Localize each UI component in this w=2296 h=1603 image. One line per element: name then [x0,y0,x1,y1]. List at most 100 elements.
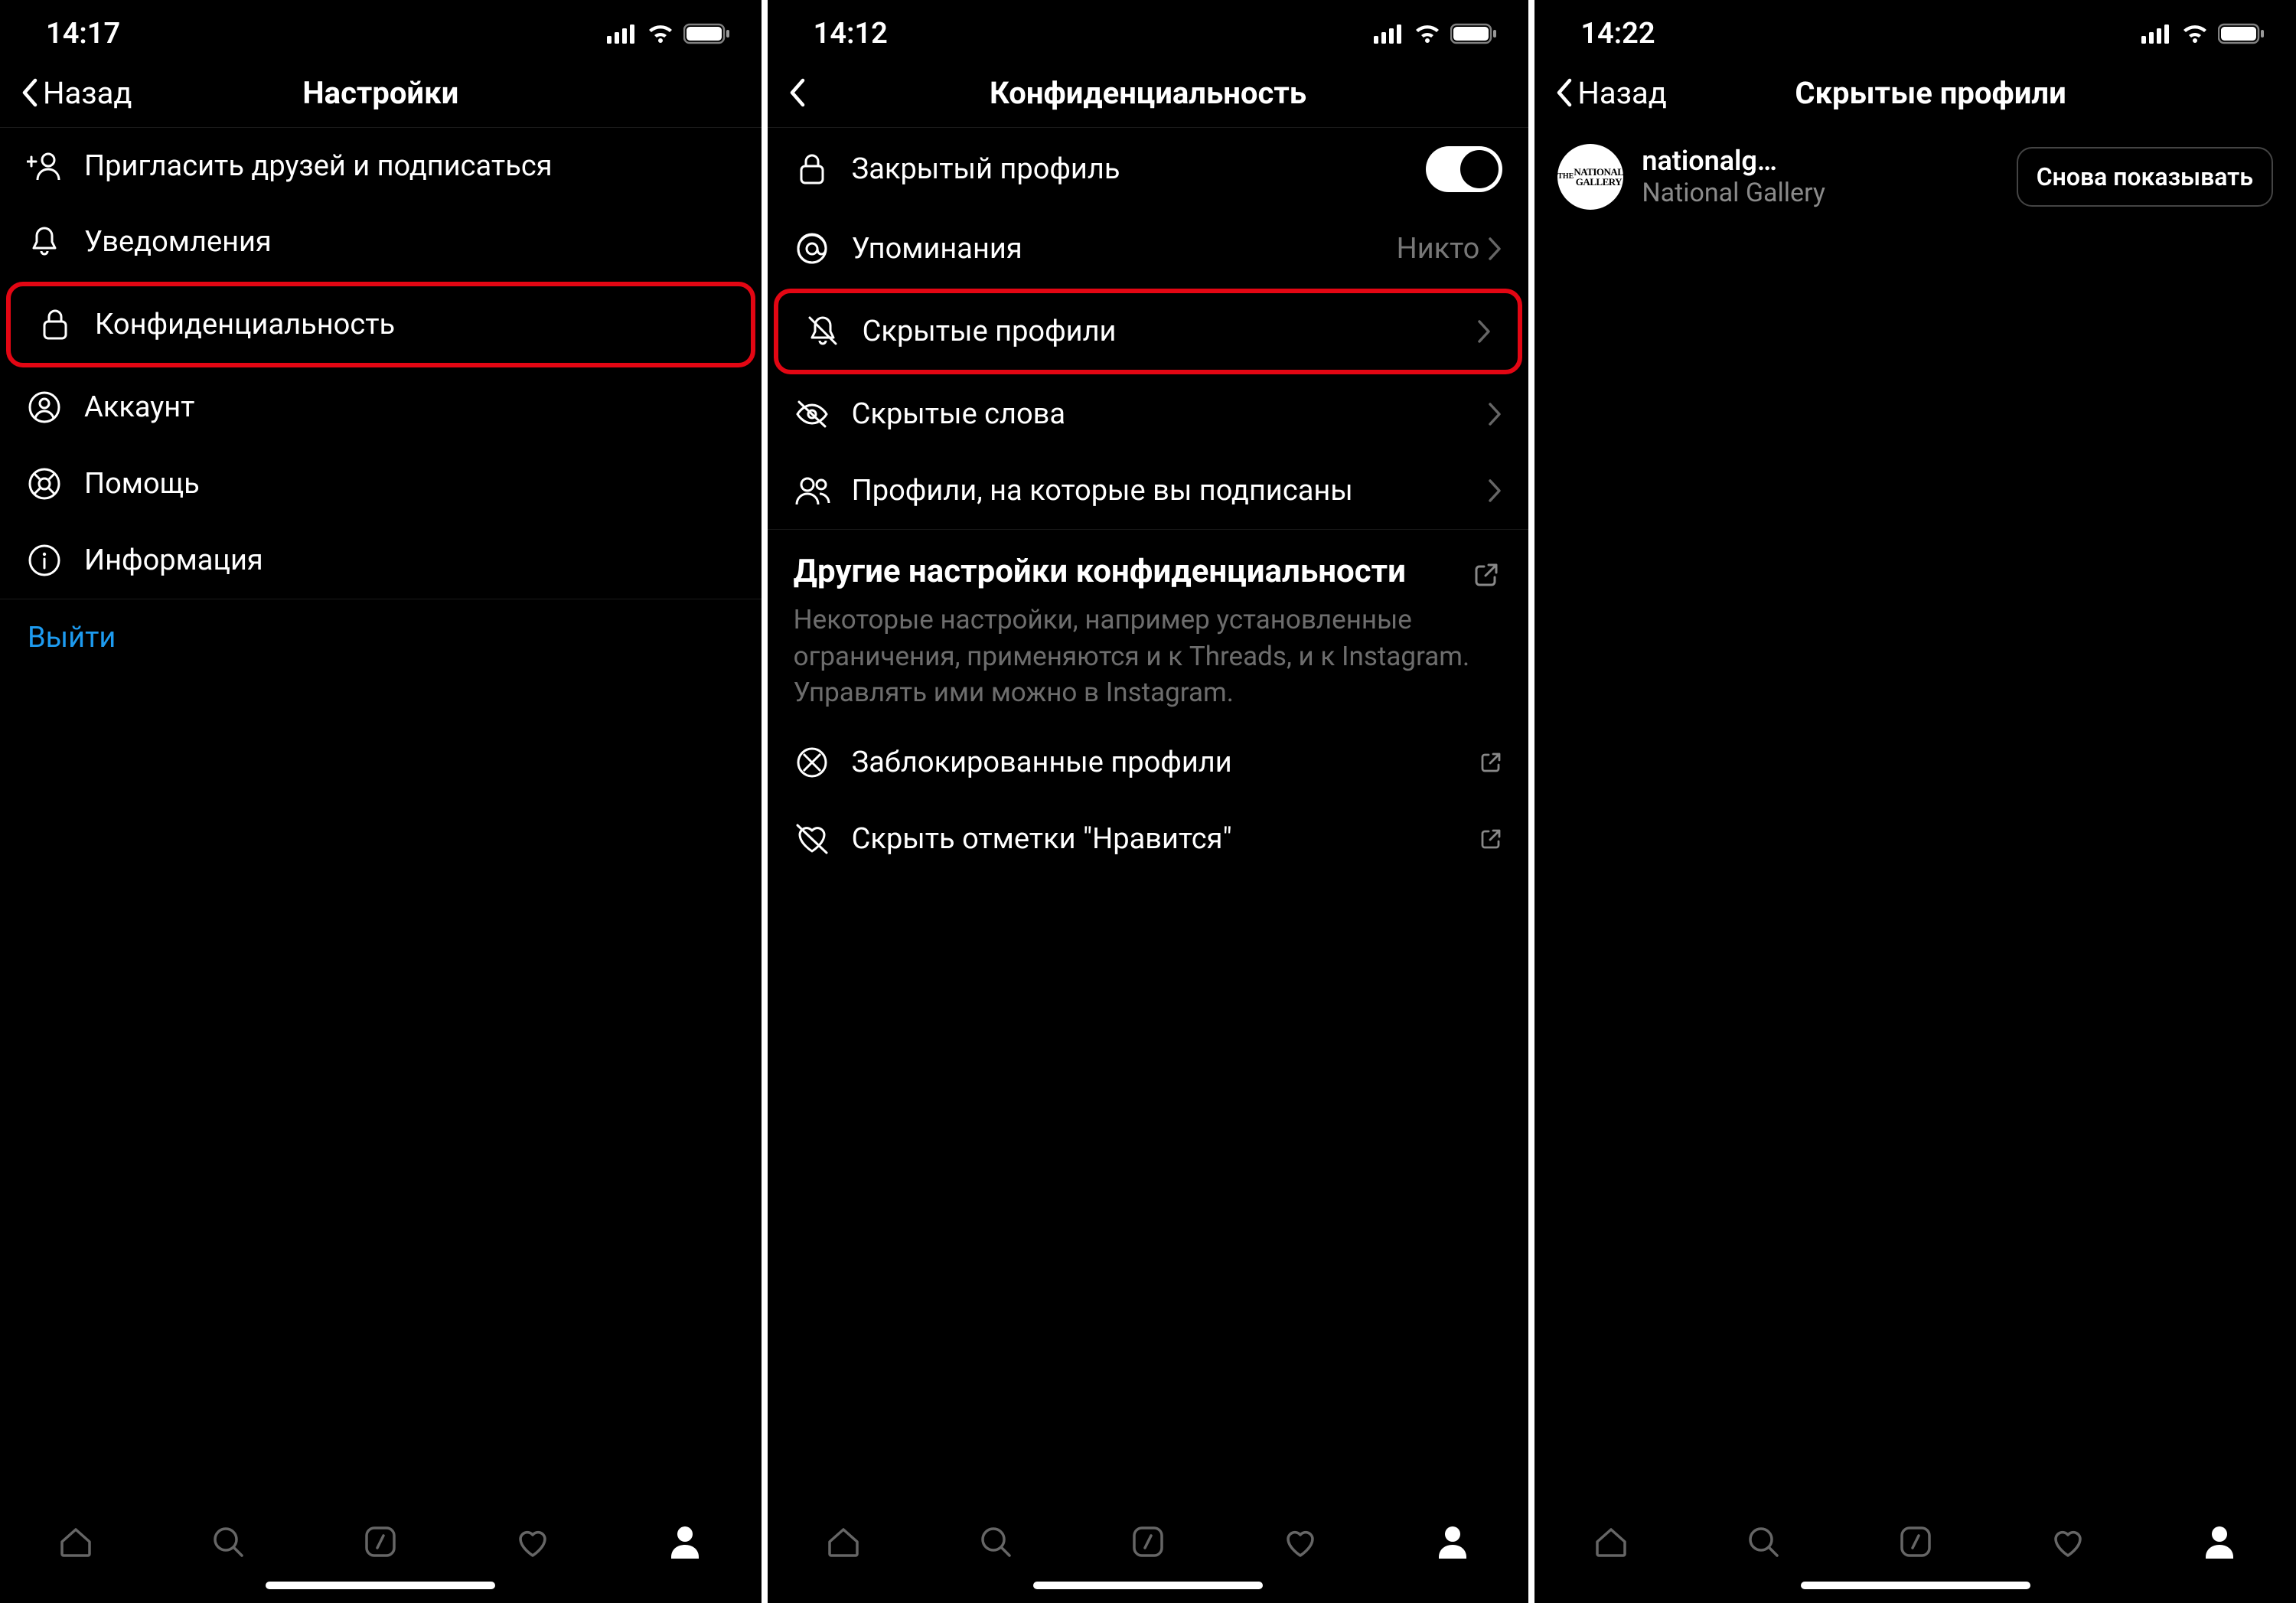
status-bar: 14:12 [768,0,1529,58]
page-title: Скрытые профили [1795,75,2066,111]
profile-fullname: National Gallery [1642,177,1998,210]
battery-icon [2218,23,2265,44]
life-ring-icon [26,468,63,500]
section-other-privacy[interactable]: Другие настройки конфиденциальности Неко… [768,529,1529,724]
logout-button[interactable]: Выйти [0,599,762,676]
status-bar: 14:17 [0,0,762,58]
row-help[interactable]: Помощь [0,446,762,522]
back-button[interactable]: Назад [1553,75,1667,111]
wifi-icon [645,23,676,44]
lock-icon [37,308,73,341]
status-indicators [2141,23,2265,44]
tab-create[interactable] [359,1520,402,1563]
row-account[interactable]: Аккаунт [0,369,762,446]
row-mentions[interactable]: Упоминания Никто [768,211,1529,287]
tab-profile[interactable] [2198,1520,2241,1563]
external-link-icon [1479,751,1502,774]
row-label: Скрытые профили [863,315,1456,348]
row-private-profile[interactable]: Закрытый профиль [768,127,1529,211]
tab-home[interactable] [1590,1520,1632,1563]
wifi-icon [2180,23,2210,44]
back-label: Назад [1577,75,1667,111]
at-icon [794,233,830,265]
privacy-list: Закрытый профиль Упоминания Никто Скрыты… [768,127,1529,1503]
tab-activity[interactable] [2047,1520,2089,1563]
battery-icon [683,23,731,44]
row-info[interactable]: Информация [0,522,762,599]
status-time: 14:12 [814,17,888,51]
tab-bar [1534,1503,2296,1571]
back-button[interactable]: Назад [18,75,132,111]
row-label: Упоминания [852,232,1375,266]
info-icon [26,544,63,576]
row-label: Помощь [84,467,735,501]
home-indicator[interactable] [1801,1582,2030,1589]
chevron-right-icon [1487,401,1502,427]
chevron-left-icon [786,77,807,108]
home-indicator[interactable] [1033,1582,1263,1589]
status-time: 14:22 [1580,17,1655,51]
row-privacy[interactable]: Конфиденциальность [11,286,751,363]
tab-activity[interactable] [511,1520,554,1563]
chevron-right-icon [1487,478,1502,504]
section-title: Другие настройки конфиденциальности [794,553,1503,591]
screen-settings: 14:17 Назад Настройки Пригласить друзей … [0,0,762,1603]
tab-search[interactable] [207,1520,249,1563]
highlight-privacy: Конфиденциальность [6,282,755,367]
row-blocked[interactable]: Заблокированные профили [768,724,1529,801]
eye-off-icon [794,400,830,428]
tab-home[interactable] [54,1520,97,1563]
signal-icon [607,24,638,44]
users-icon [794,475,830,506]
row-label: Уведомления [84,225,735,259]
profile-row[interactable]: THE NATIONALGALLERY nationalg… National … [1534,127,2296,227]
row-notifications[interactable]: Уведомления [0,204,762,280]
profile-username: nationalg… [1642,145,1998,177]
section-desc: Некоторые настройки, например установлен… [794,602,1503,710]
tab-profile[interactable] [1431,1520,1474,1563]
external-link-icon [1473,562,1499,588]
external-link-icon [1479,828,1502,850]
tab-create[interactable] [1127,1520,1169,1563]
avatar-text: NATIONALGALLERY [1574,167,1623,187]
tab-activity[interactable] [1279,1520,1322,1563]
row-profiles-followed[interactable]: Профили, на которые вы подписаны [768,452,1529,529]
heart-off-icon [794,824,830,854]
back-label: Назад [43,75,132,111]
nav-bar: Назад Настройки [0,58,762,127]
row-label: Скрытые слова [852,397,1466,431]
row-hide-likes[interactable]: Скрыть отметки "Нравится" [768,801,1529,877]
status-indicators [1374,23,1498,44]
lock-icon [794,152,830,186]
home-indicator[interactable] [266,1582,495,1589]
row-label: Аккаунт [84,390,735,424]
tab-search[interactable] [1742,1520,1785,1563]
signal-icon [1374,24,1404,44]
bell-off-icon [804,315,841,348]
status-indicators [607,23,731,44]
row-label: Скрыть отметки "Нравится" [852,822,1459,856]
chevron-left-icon [18,77,40,108]
row-hidden-words[interactable]: Скрытые слова [768,376,1529,452]
toggle-private-profile[interactable] [1426,146,1502,192]
tab-home[interactable] [822,1520,865,1563]
wifi-icon [1412,23,1443,44]
show-again-button[interactable]: Снова показывать [2017,147,2273,207]
screen-privacy: 14:12 Конфиденциальность Закрытый профил… [768,0,1529,1603]
tab-profile[interactable] [664,1520,706,1563]
row-hidden-profiles[interactable]: Скрытые профили [778,293,1518,370]
hidden-profiles-list: THE NATIONALGALLERY nationalg… National … [1534,127,2296,1503]
chevron-right-icon [1487,236,1502,262]
nav-bar: Конфиденциальность [768,58,1529,127]
tab-search[interactable] [974,1520,1017,1563]
row-invite-friends[interactable]: Пригласить друзей и подписаться [0,127,762,204]
row-value: Никто [1397,232,1503,266]
back-button[interactable] [786,77,807,108]
row-label: Пригласить друзей и подписаться [84,149,735,183]
tab-create[interactable] [1894,1520,1937,1563]
user-circle-icon [26,391,63,423]
row-label: Профили, на которые вы подписаны [852,474,1466,508]
tab-bar [0,1503,762,1571]
tab-bar [768,1503,1529,1571]
screen-hidden-profiles: 14:22 Назад Скрытые профили THE NATIONAL… [1534,0,2296,1603]
